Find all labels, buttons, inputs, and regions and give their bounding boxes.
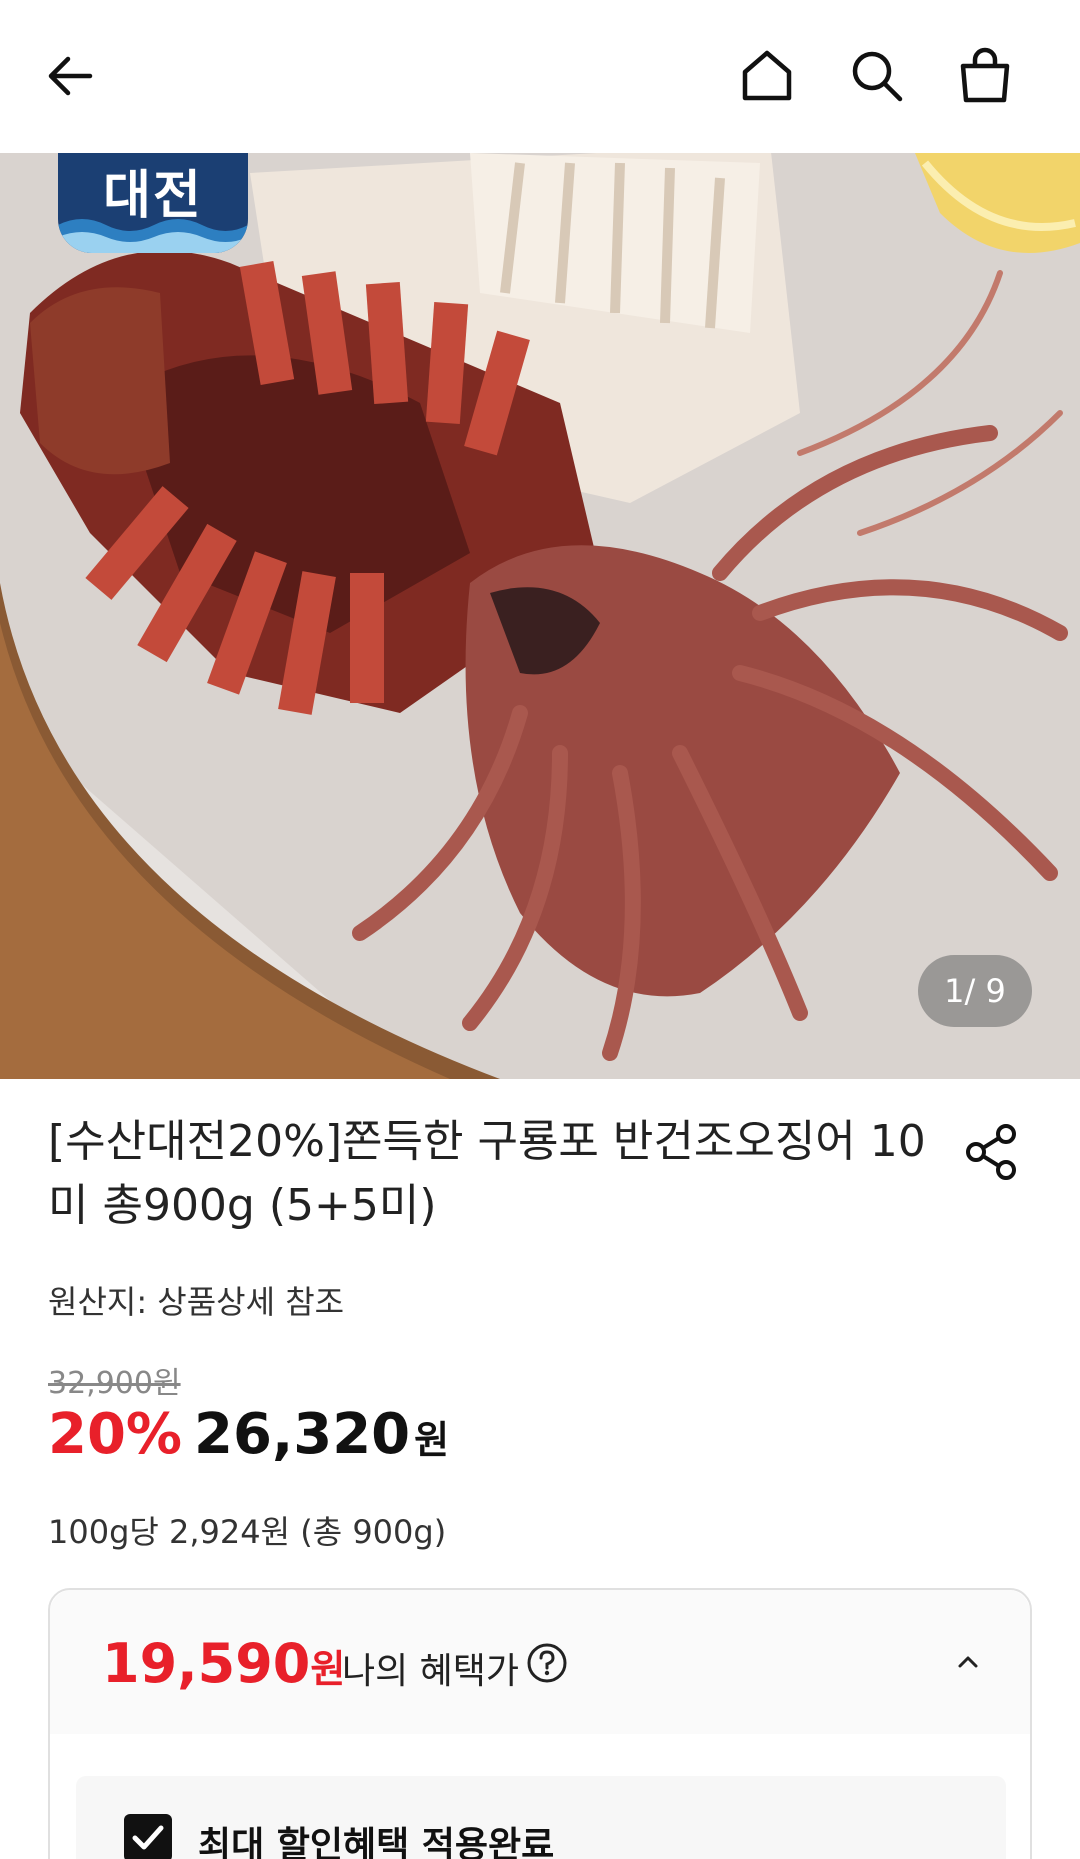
- chevron-up-icon[interactable]: [952, 1646, 984, 1678]
- benefit-label: 나의 혜택가: [342, 1651, 520, 1692]
- benefit-price: 19,590원: [102, 1632, 345, 1695]
- home-button[interactable]: [731, 40, 803, 112]
- search-button[interactable]: [841, 40, 913, 112]
- question-circle-icon[interactable]: [526, 1642, 568, 1684]
- brand-badge: 대전: [58, 153, 248, 253]
- unit-price: 100g당 2,924원 (총 900g): [48, 1513, 447, 1551]
- max-discount-checkbox[interactable]: [124, 1814, 172, 1859]
- benefit-price-value: 19,590: [102, 1632, 311, 1695]
- benefit-header[interactable]: 19,590원 나의 혜택가: [50, 1590, 1030, 1734]
- price-row: 20% 26,320 원: [48, 1402, 449, 1482]
- image-page-indicator: 1/ 9: [918, 955, 1032, 1027]
- share-icon: [966, 1124, 1016, 1180]
- original-price: 32,900원: [48, 1366, 181, 1401]
- origin-info: 원산지: 상품상세 참조: [48, 1283, 345, 1321]
- benefit-price-panel: 19,590원 나의 혜택가 최대 할인혜택 적용완료: [48, 1588, 1032, 1859]
- checkmark-icon: [132, 1825, 164, 1850]
- product-image-carousel[interactable]: 대전 1/ 9: [0, 153, 1080, 1079]
- home-icon: [742, 50, 792, 101]
- top-nav-bar: [0, 0, 1080, 153]
- cart-button[interactable]: [949, 40, 1021, 112]
- back-button[interactable]: [38, 40, 110, 112]
- product-title: [수산대전20%]쫀득한 구룡포 반건조오징어 10미 총900g (5+5미): [48, 1116, 926, 1231]
- sale-price-unit: 원: [414, 1418, 450, 1462]
- product-detail-page: 대전 1/ 9 [수산대전20%]쫀득한 구룡포 반건조오징어 10미 총900…: [0, 0, 1080, 1859]
- sale-price: 26,320: [194, 1402, 411, 1467]
- arrow-left-icon: [48, 56, 93, 96]
- discount-rate: 20%: [48, 1402, 183, 1467]
- search-icon: [852, 51, 903, 102]
- product-photo: [0, 153, 1080, 1079]
- shopping-bag-icon: [960, 47, 1010, 103]
- max-discount-label: 최대 할인혜택 적용완료: [198, 1825, 555, 1859]
- wave-icon: [58, 219, 248, 253]
- benefit-details: 최대 할인혜택 적용완료: [76, 1776, 1006, 1859]
- benefit-price-unit: 원: [310, 1647, 346, 1691]
- share-button[interactable]: [960, 1120, 1030, 1190]
